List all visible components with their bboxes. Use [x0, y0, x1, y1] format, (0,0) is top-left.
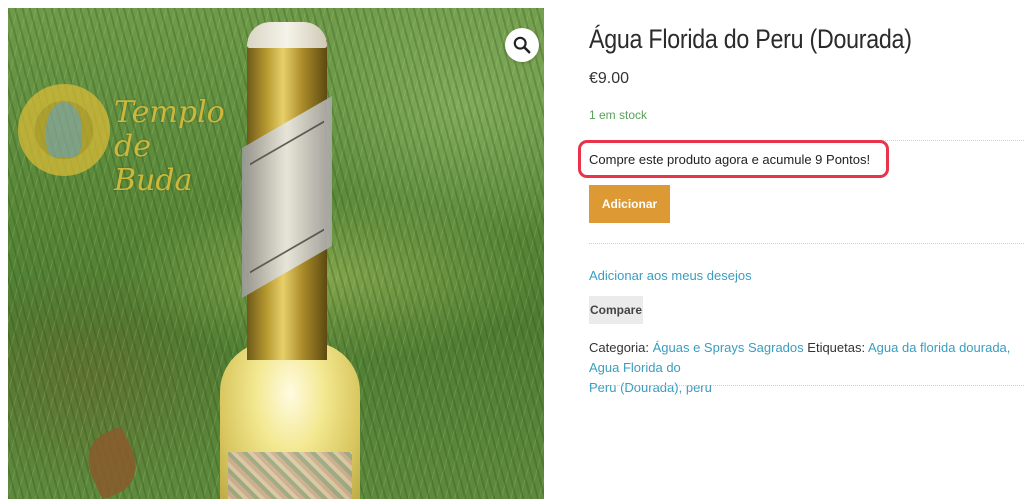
tag-link[interactable]: Agua da florida dourada, — [868, 340, 1010, 355]
bottle-cap — [247, 22, 327, 48]
watermark-logo: Templo de Buda — [18, 84, 228, 198]
magnifier-icon — [513, 36, 531, 54]
category-link[interactable]: Águas e Sprays Sagrados — [653, 340, 804, 355]
category-label: Categoria: — [589, 340, 649, 355]
compare-button[interactable]: Compare — [589, 296, 644, 324]
divider — [589, 243, 1024, 244]
product-title: Água Florida do Peru (Dourada) — [589, 24, 912, 54]
divider — [589, 385, 1024, 386]
tags-label: Etiquetas: — [807, 340, 866, 355]
tag-link[interactable]: Peru (Dourada), — [589, 380, 682, 395]
watermark-text: Templo de Buda — [114, 95, 225, 198]
tag-link[interactable]: peru — [686, 380, 712, 395]
stock-status: 1 em stock — [589, 108, 648, 122]
buddha-logo-icon — [18, 84, 110, 176]
zoom-button[interactable] — [505, 28, 539, 62]
add-to-cart-button[interactable]: Adicionar — [589, 185, 670, 223]
add-to-wishlist-link[interactable]: Adicionar aos meus desejos — [589, 268, 752, 283]
bottle-label — [228, 452, 352, 499]
product-price: €9.00 — [589, 70, 630, 87]
product-image[interactable]: Templo de Buda — [8, 8, 544, 499]
points-message: Compre este produto agora e acumule 9 Po… — [589, 152, 871, 167]
tag-link[interactable]: Agua Florida do — [589, 360, 681, 375]
bottle-photo — [220, 22, 360, 499]
product-meta: Categoria: Águas e Sprays Sagrados Etiqu… — [589, 338, 1024, 398]
product-summary: Água Florida do Peru (Dourada) €9.00 1 e… — [578, 0, 1024, 499]
